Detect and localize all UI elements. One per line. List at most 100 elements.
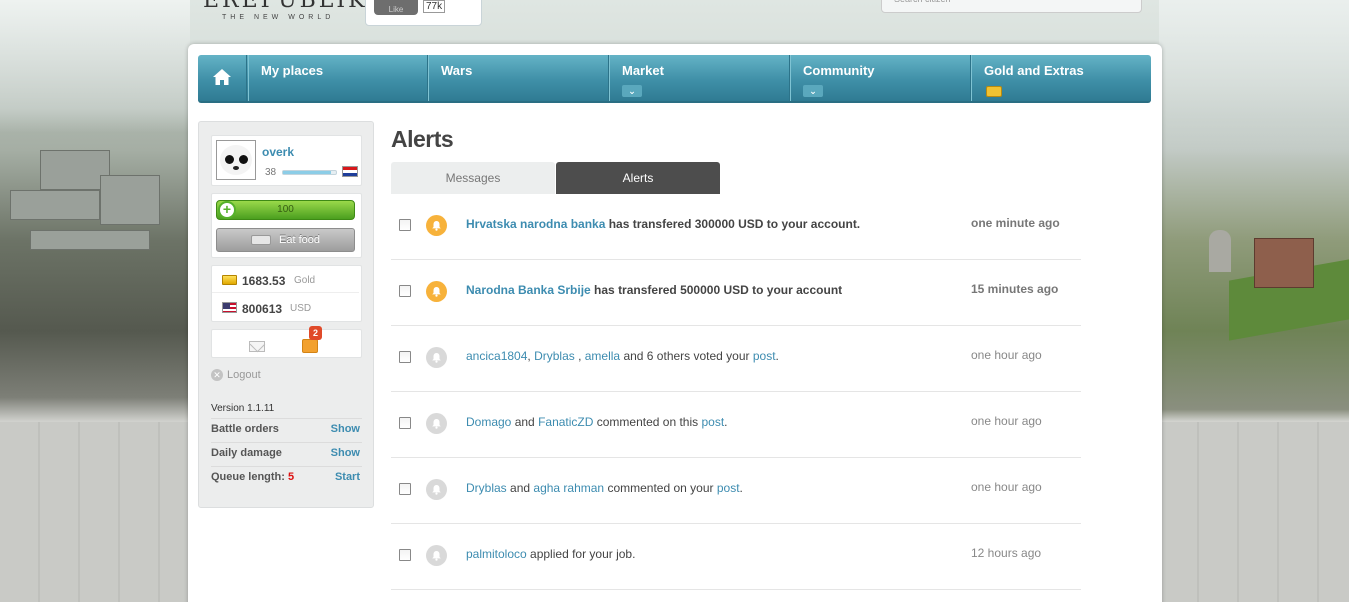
citizen-level: 38 <box>265 167 277 178</box>
nav-wars[interactable]: Wars <box>427 55 609 101</box>
alert-row: Hrvatska narodna banka has transfered 30… <box>391 194 1081 260</box>
alert-link[interactable]: Narodna Banka Srbije <box>466 283 591 297</box>
avatar[interactable] <box>216 140 256 180</box>
gold-balance[interactable]: 1683.53 Gold <box>212 266 359 293</box>
alert-text-fragment: . <box>724 415 728 429</box>
queue-length-row: Queue length: 5 Start <box>211 466 362 488</box>
energy-card: + 100 Eat food <box>211 193 362 258</box>
nav-home-button[interactable] <box>198 55 247 101</box>
nav-community[interactable]: Community ⌄ <box>789 55 971 101</box>
page-title: Alerts <box>391 126 454 152</box>
nav-wars-label: Wars <box>441 63 473 78</box>
alert-text-fragment: and <box>511 415 539 429</box>
alert-text-fragment: commented on this <box>593 415 702 429</box>
nav-my-places[interactable]: My places <box>248 55 428 101</box>
site-logo[interactable]: EREPUBLIK <box>203 0 368 13</box>
nav-gold-and-extras[interactable]: Gold and Extras <box>970 55 1151 101</box>
notifications-card: 2 <box>211 326 362 358</box>
gold-icon <box>222 275 237 285</box>
envelope-icon[interactable] <box>249 341 265 352</box>
alert-timestamp: one hour ago <box>971 348 1042 362</box>
bell-icon <box>426 347 447 368</box>
chevron-down-icon[interactable]: ⌄ <box>622 85 642 97</box>
tab-messages[interactable]: Messages <box>391 162 555 194</box>
logout-label: Logout <box>227 369 261 381</box>
like-count: 77k <box>423 0 446 13</box>
alerts-icon[interactable] <box>302 339 318 353</box>
daily-damage-label: Daily damage <box>211 447 282 459</box>
username[interactable]: overk <box>262 145 294 159</box>
alerts-count-badge: 2 <box>309 326 322 340</box>
battle-orders-label: Battle orders <box>211 423 279 435</box>
queue-start-link[interactable]: Start <box>335 471 360 483</box>
alert-row: Domago and FanaticZD commented on this p… <box>391 392 1081 458</box>
alert-link[interactable]: Dryblas <box>534 349 578 363</box>
alert-text-fragment: has transfered 500000 USD to your accoun… <box>590 283 843 297</box>
gold-amount: 1683.53 <box>242 274 286 288</box>
alert-text: Domago and FanaticZD commented on this p… <box>466 415 728 429</box>
alert-checkbox[interactable] <box>399 285 411 297</box>
experience-bar-fill <box>283 171 331 174</box>
queue-length-value: 5 <box>288 471 295 483</box>
alert-text: Dryblas and agha rahman commented on you… <box>466 481 743 495</box>
search-input[interactable]: Search citizen <box>881 0 1142 13</box>
tab-alerts[interactable]: Alerts <box>556 162 720 194</box>
nav-market-label: Market <box>622 63 664 78</box>
eat-food-button[interactable]: Eat food <box>216 228 355 252</box>
experience-bar <box>282 170 337 175</box>
alert-link[interactable]: FanaticZD <box>538 415 593 429</box>
alert-link[interactable]: post <box>753 349 776 363</box>
alert-link[interactable]: amella <box>585 349 620 363</box>
alert-link[interactable]: post <box>717 481 740 495</box>
usd-balance[interactable]: 800613 USD <box>212 294 359 321</box>
alert-link[interactable]: ancica1804 <box>466 349 527 363</box>
chevron-down-icon[interactable]: ⌄ <box>803 85 823 97</box>
alert-link[interactable]: Hrvatska narodna banka <box>466 217 605 231</box>
usd-label: USD <box>290 303 312 314</box>
alert-text-fragment: and 6 others voted your <box>620 349 753 363</box>
alert-text: palmitoloco applied for your job. <box>466 547 635 561</box>
battle-orders-show-link[interactable]: Show <box>331 423 360 435</box>
nav-community-label: Community <box>803 63 875 78</box>
alert-link[interactable]: palmitoloco <box>466 547 527 561</box>
alert-timestamp: one minute ago <box>971 216 1060 230</box>
queue-length-label: Queue length: 5 <box>211 471 294 483</box>
logout-link[interactable]: ✕ Logout <box>211 369 261 381</box>
bell-icon <box>426 545 447 566</box>
alert-link[interactable]: post <box>701 415 724 429</box>
main-container: My places Wars Market ⌄ Community ⌄ Gold… <box>188 44 1162 602</box>
alert-text-fragment: applied for your job. <box>526 547 636 561</box>
alert-text-fragment: has transfered 300000 USD to your accoun… <box>605 217 861 231</box>
alert-checkbox[interactable] <box>399 417 411 429</box>
alert-text-fragment: . <box>775 349 779 363</box>
health-bar: + 100 <box>216 200 355 220</box>
alert-checkbox[interactable] <box>399 549 411 561</box>
close-icon: ✕ <box>211 369 223 381</box>
alert-row: ancica1804, Dryblas , amella and 6 other… <box>391 326 1081 392</box>
bell-icon <box>426 479 447 500</box>
nav-market[interactable]: Market ⌄ <box>608 55 790 101</box>
alert-timestamp: 15 minutes ago <box>971 282 1059 296</box>
like-button[interactable]: Like <box>374 0 418 15</box>
main-navigation: My places Wars Market ⌄ Community ⌄ Gold… <box>198 55 1151 103</box>
alert-link[interactable]: Dryblas <box>466 481 507 495</box>
alert-link[interactable]: Domago <box>466 415 511 429</box>
alert-text-fragment: , <box>578 349 585 363</box>
profile-card: overk 38 <box>211 135 362 186</box>
user-sidebar: overk 38 + 100 Eat food 1683.53 Gold 800… <box>198 121 374 508</box>
nav-my-places-label: My places <box>261 63 324 78</box>
alert-checkbox[interactable] <box>399 219 411 231</box>
alert-text-fragment: commented on your <box>604 481 717 495</box>
wallet-card: 1683.53 Gold 800613 USD <box>211 265 362 322</box>
alert-link[interactable]: agha rahman <box>533 481 604 495</box>
alerts-tabs: Messages Alerts <box>391 162 720 194</box>
site-logo-subtitle: THE NEW WORLD <box>222 14 335 21</box>
alert-timestamp: one hour ago <box>971 480 1042 494</box>
alert-checkbox[interactable] <box>399 351 411 363</box>
daily-damage-show-link[interactable]: Show <box>331 447 360 459</box>
gold-bar-icon <box>986 86 1002 97</box>
alert-checkbox[interactable] <box>399 483 411 495</box>
plus-icon: + <box>218 201 236 219</box>
bell-icon <box>426 281 447 302</box>
eat-food-label: Eat food <box>279 234 320 246</box>
